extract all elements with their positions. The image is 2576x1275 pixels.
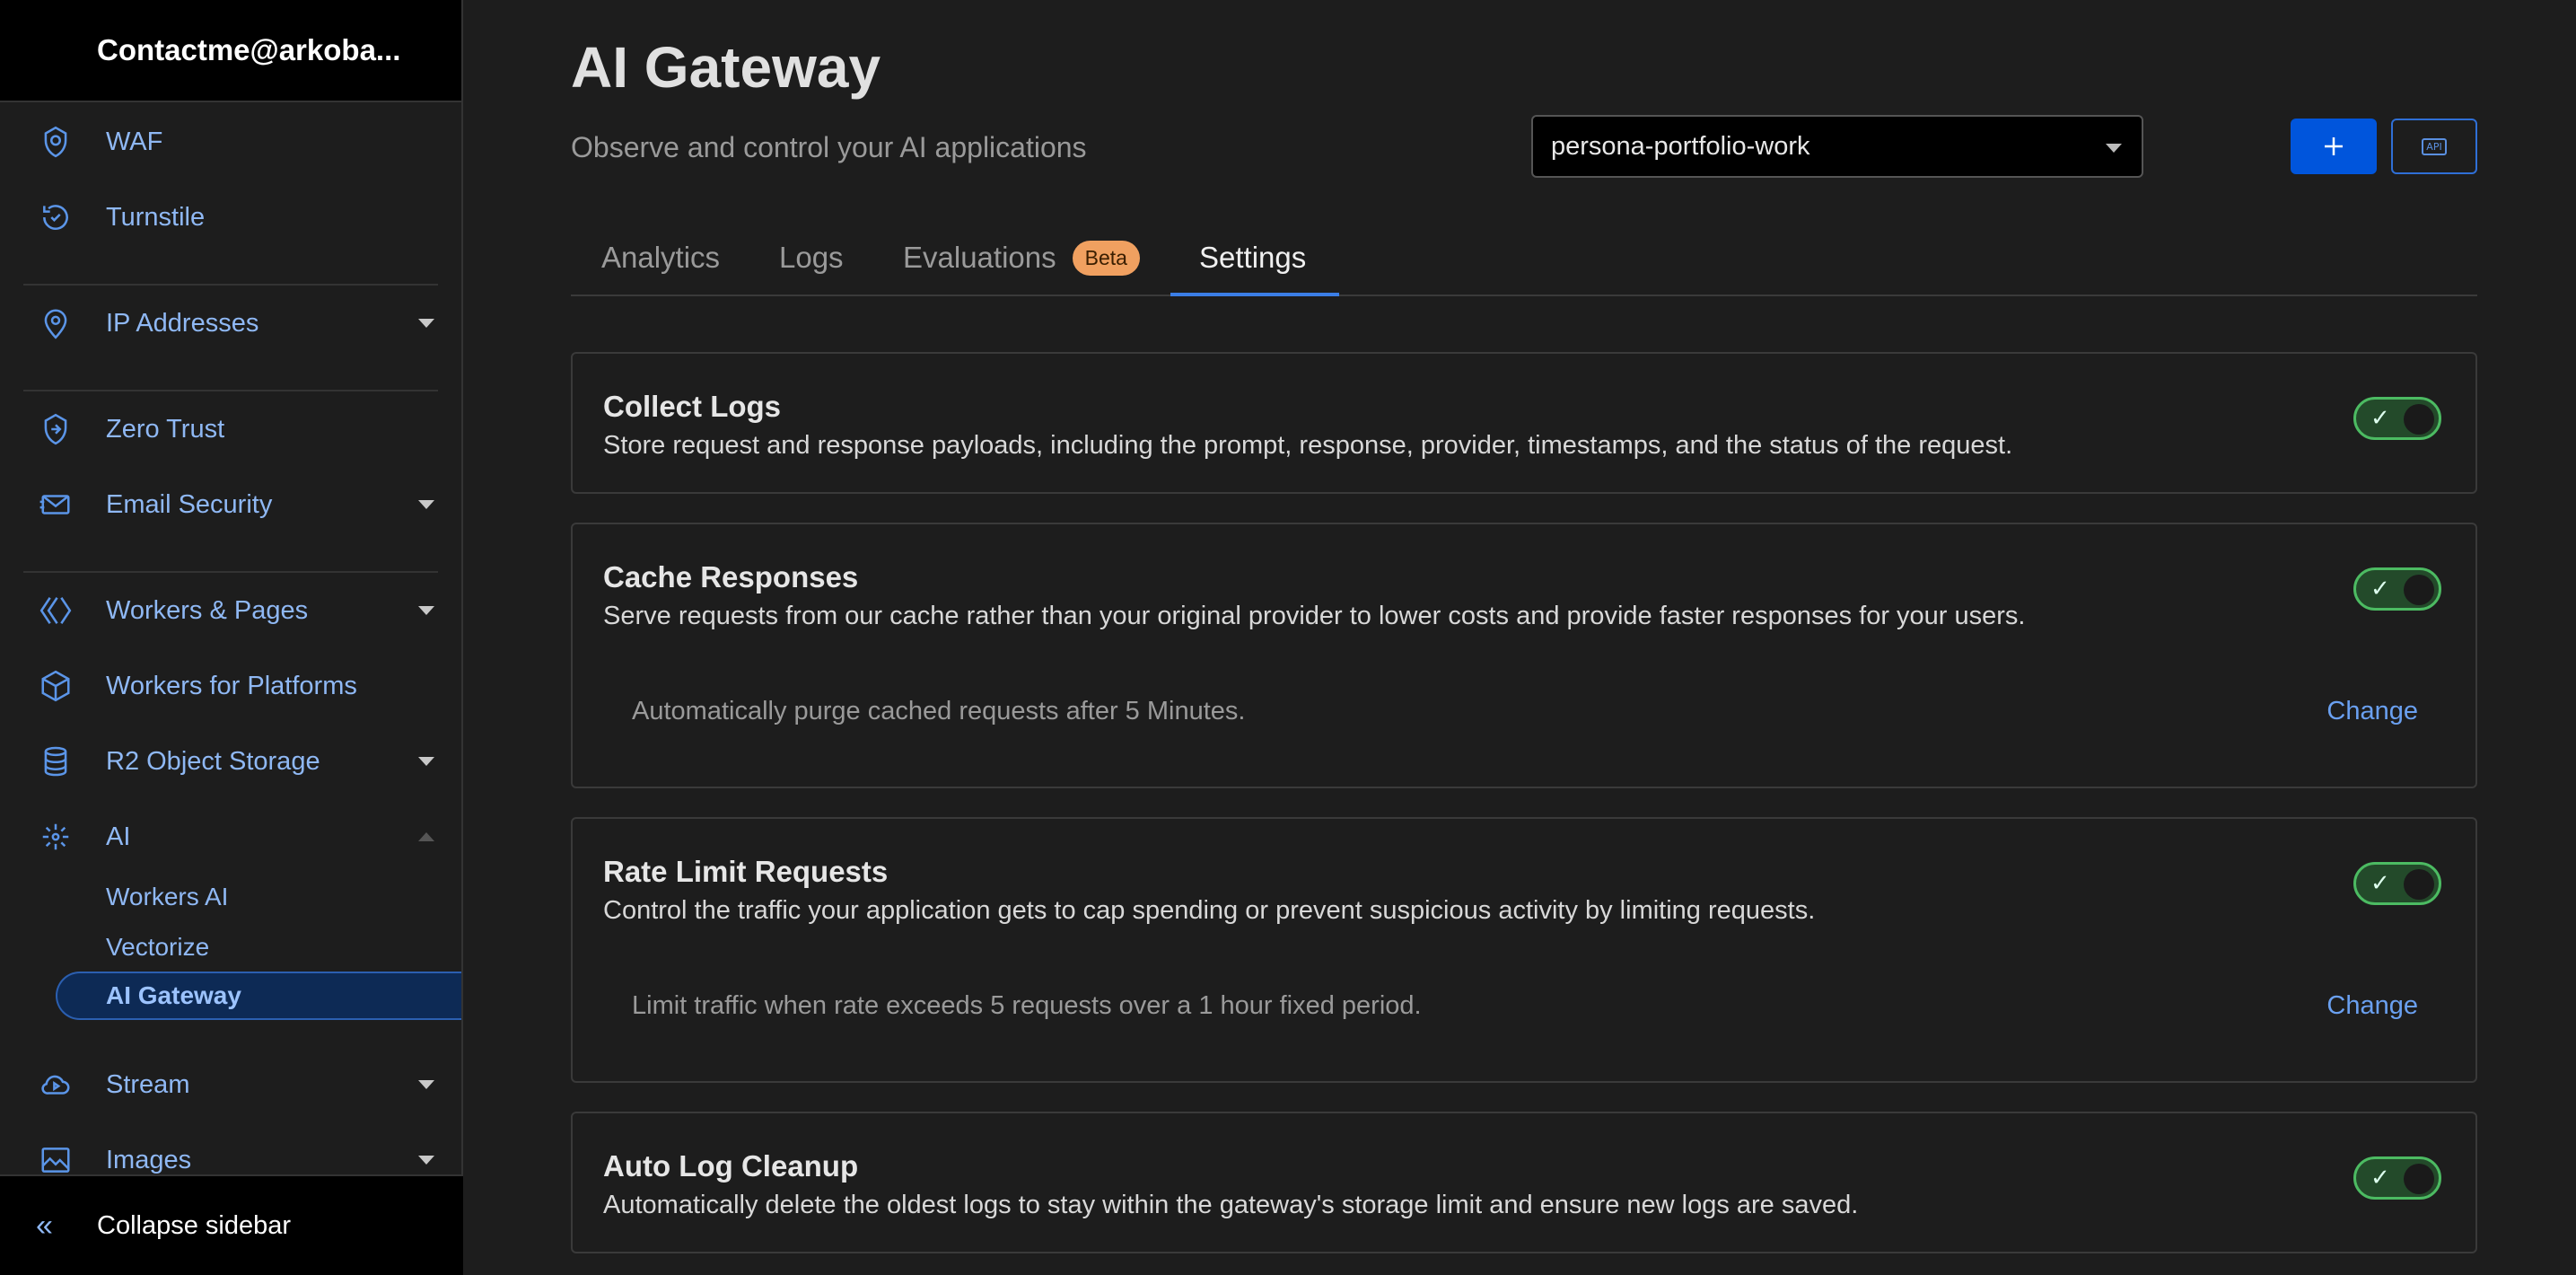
page-title: AI Gateway — [571, 35, 881, 100]
database-icon — [38, 743, 74, 779]
rate-limit-toggle[interactable]: ✓ — [2353, 862, 2441, 905]
gateway-select[interactable]: persona-portfolio-work — [1531, 115, 2143, 178]
tab-logs[interactable]: Logs — [779, 219, 844, 296]
chevron-down-icon — [2106, 144, 2122, 153]
tab-analytics[interactable]: Analytics — [601, 219, 720, 296]
check-icon: ✓ — [2370, 404, 2390, 431]
sidebar-item-label: Workers & Pages — [106, 595, 309, 625]
sidebar-item-label: WAF — [106, 127, 163, 156]
setting-card-rate-limit: Rate Limit Requests Control the traffic … — [571, 817, 2477, 1083]
sidebar-item-email-security[interactable]: Email Security — [0, 467, 461, 542]
sidebar-item-zero-trust[interactable]: Zero Trust — [0, 391, 461, 467]
check-icon: ✓ — [2370, 1164, 2390, 1191]
toggle-knob — [2404, 869, 2434, 900]
sidebar-item-label: AI — [106, 822, 131, 851]
ai-sparkle-icon — [38, 819, 74, 855]
tab-settings[interactable]: Settings — [1199, 219, 1306, 296]
tab-label: Settings — [1199, 241, 1307, 274]
tab-label: Evaluations — [903, 241, 1056, 274]
sidebar-subitem-vectorize[interactable]: Vectorize — [56, 923, 461, 972]
chevron-down-icon — [418, 319, 434, 328]
collect-logs-toggle[interactable]: ✓ — [2353, 397, 2441, 440]
toggle-knob — [2404, 575, 2434, 605]
sidebar-item-label: Turnstile — [106, 202, 206, 232]
sidebar: Contactme@arkoba... WAF Turnstile IP Add… — [0, 0, 463, 1275]
sidebar-item-label: Images — [106, 1145, 192, 1174]
collapse-sidebar-label: Collapse sidebar — [97, 1210, 292, 1240]
account-switcher[interactable]: Contactme@arkoba... — [0, 0, 461, 102]
setting-title: Collect Logs — [603, 390, 782, 423]
cache-change-link[interactable]: Change — [2326, 697, 2418, 726]
check-icon: ✓ — [2370, 869, 2390, 896]
page-subtitle: Observe and control your AI applications — [571, 131, 1087, 163]
waf-icon — [38, 124, 74, 160]
chevron-down-icon — [418, 606, 434, 615]
double-chevron-left-icon: « — [36, 1208, 53, 1243]
gateway-select-value: persona-portfolio-work — [1551, 131, 1810, 161]
sidebar-item-r2-object-storage[interactable]: R2 Object Storage — [0, 724, 461, 799]
setting-description: Automatically delete the oldest logs to … — [603, 1191, 1859, 1219]
sidebar-item-images[interactable]: Images — [0, 1122, 461, 1174]
toggle-knob — [2404, 1164, 2434, 1194]
tab-bar: Analytics Logs Evaluations Beta Settings — [571, 219, 2477, 296]
rate-limit-text: Limit traffic when rate exceeds 5 reques… — [632, 991, 1422, 1020]
location-pin-icon — [38, 305, 74, 341]
sidebar-item-label: Email Security — [106, 489, 273, 519]
rate-limit-change-link[interactable]: Change — [2326, 991, 2418, 1021]
sidebar-item-label: IP Addresses — [106, 308, 259, 338]
cache-ttl-text: Automatically purge cached requests afte… — [632, 697, 1246, 725]
active-tab-indicator — [1170, 293, 1339, 296]
workers-icon — [38, 593, 74, 629]
api-icon: API — [2422, 137, 2447, 155]
sidebar-item-label: Workers for Platforms — [106, 671, 357, 700]
plus-icon — [2325, 137, 2343, 155]
chevron-up-icon — [418, 832, 434, 841]
check-icon: ✓ — [2370, 575, 2390, 602]
setting-title: Auto Log Cleanup — [603, 1149, 859, 1183]
sidebar-item-label: R2 Object Storage — [106, 746, 320, 776]
setting-description: Control the traffic your application get… — [603, 896, 1816, 925]
sidebar-item-ai[interactable]: AI — [0, 799, 461, 875]
chevron-down-icon — [418, 757, 434, 766]
auto-log-cleanup-toggle[interactable]: ✓ — [2353, 1156, 2441, 1200]
setting-card-auto-log-cleanup: Auto Log Cleanup Automatically delete th… — [571, 1112, 2477, 1253]
image-icon — [38, 1142, 74, 1174]
sidebar-item-label: Stream — [106, 1069, 190, 1099]
tab-evaluations[interactable]: Evaluations Beta — [903, 219, 1140, 296]
setting-title: Cache Responses — [603, 560, 859, 594]
api-button[interactable]: API — [2391, 119, 2477, 174]
email-icon — [38, 487, 74, 523]
chevron-down-icon — [418, 500, 434, 509]
sidebar-subitem-ai-gateway[interactable]: AI Gateway — [56, 972, 461, 1020]
toggle-knob — [2404, 404, 2434, 435]
beta-badge: Beta — [1072, 240, 1140, 276]
sidebar-item-turnstile[interactable]: Turnstile — [0, 180, 461, 255]
add-gateway-button[interactable] — [2291, 119, 2377, 174]
chevron-down-icon — [418, 1156, 434, 1165]
chevron-down-icon — [418, 1080, 434, 1089]
zero-trust-icon — [38, 411, 74, 447]
tab-label: Logs — [779, 241, 844, 274]
setting-card-cache-responses: Cache Responses Serve requests from our … — [571, 523, 2477, 788]
sidebar-item-waf[interactable]: WAF — [0, 104, 461, 180]
cache-responses-toggle[interactable]: ✓ — [2353, 567, 2441, 611]
stream-cloud-icon — [38, 1067, 74, 1103]
sidebar-item-workers-pages[interactable]: Workers & Pages — [0, 573, 461, 648]
sidebar-item-ip-addresses[interactable]: IP Addresses — [0, 286, 461, 361]
setting-description: Serve requests from our cache rather tha… — [603, 602, 2026, 630]
setting-title: Rate Limit Requests — [603, 855, 889, 888]
tab-label: Analytics — [601, 241, 721, 274]
sidebar-item-label: Zero Trust — [106, 414, 225, 444]
setting-description: Store request and response payloads, inc… — [603, 431, 2013, 460]
sidebar-nav: WAF Turnstile IP Addresses Zero Trust Em… — [0, 104, 461, 1174]
collapse-sidebar-button[interactable]: « Collapse sidebar — [0, 1174, 463, 1275]
sidebar-item-workers-for-platforms[interactable]: Workers for Platforms — [0, 648, 461, 724]
platforms-cube-icon — [38, 668, 74, 704]
turnstile-icon — [38, 199, 74, 235]
sidebar-subitem-workers-ai[interactable]: Workers AI — [56, 873, 461, 921]
setting-card-collect-logs: Collect Logs Store request and response … — [571, 352, 2477, 494]
sidebar-item-stream[interactable]: Stream — [0, 1047, 461, 1122]
